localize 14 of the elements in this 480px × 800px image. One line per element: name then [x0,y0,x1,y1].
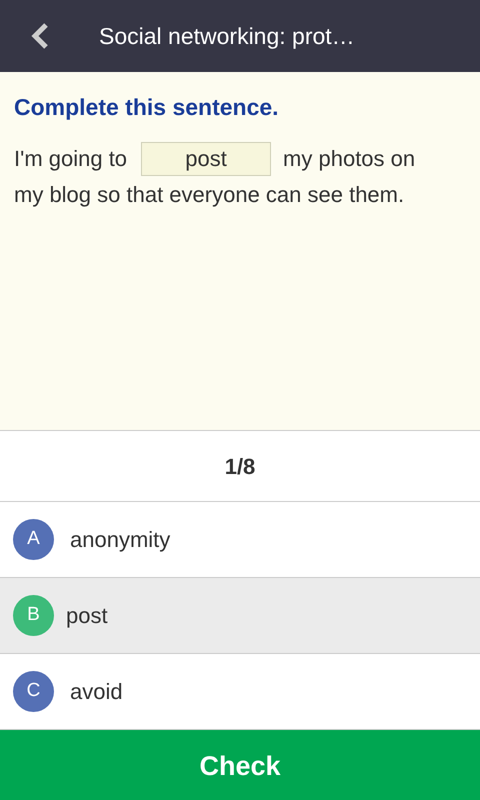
sentence-text: my photos on [283,144,416,173]
sentence-text: I'm going to [14,144,128,173]
option-letter: B [13,595,54,636]
answer-option[interactable]: B post [0,578,480,654]
sentence-text: my blog so that everyone can see them. [14,182,404,206]
option-text: anonymity [70,526,170,554]
screen-title: Social networking: prot… [99,22,355,51]
option-letter: C [13,671,54,712]
answer-box[interactable]: post [141,142,272,176]
option-letter: A [13,519,54,560]
instruction-text: Complete this sentence. [14,93,280,122]
option-text: avoid [70,678,123,706]
option-text: post [66,602,108,630]
back-icon [30,22,50,50]
